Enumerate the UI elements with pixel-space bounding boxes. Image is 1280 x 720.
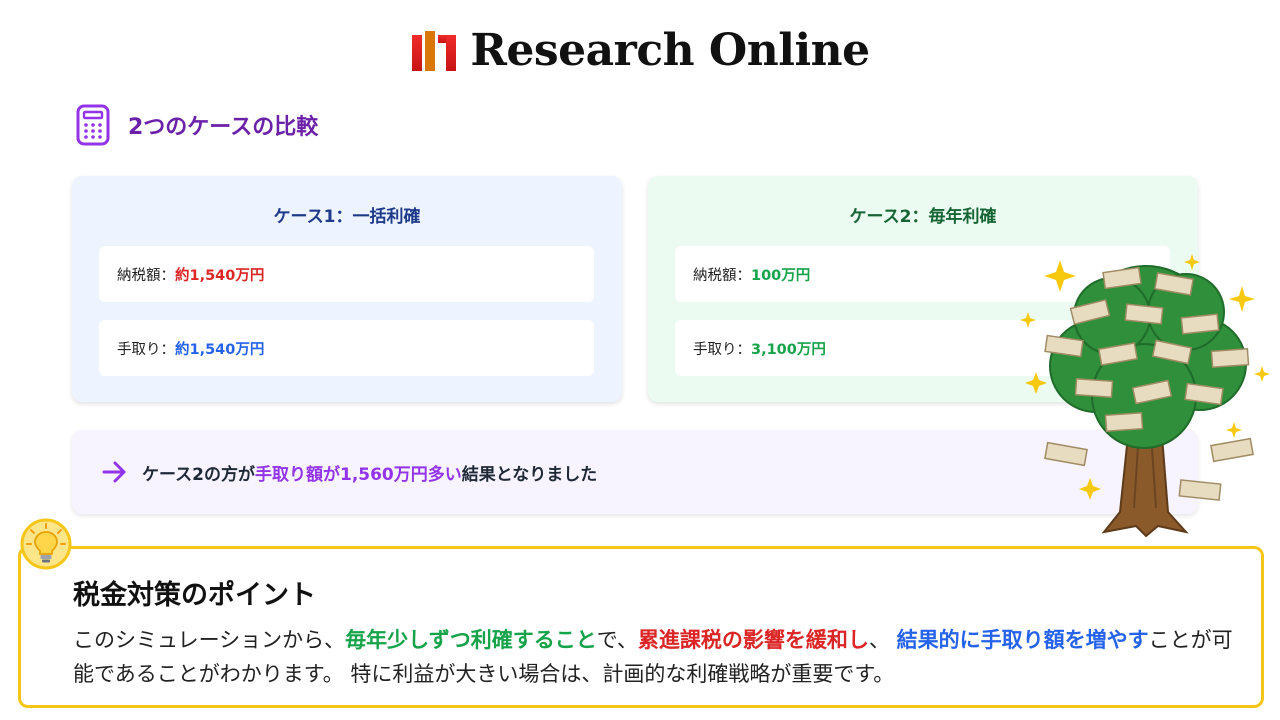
case-1-net-label: 手取り： bbox=[117, 341, 175, 358]
result-highlight: 手取り額が1,560万円多い bbox=[254, 464, 462, 485]
tax-point-highlight-2: 累進課税の影響を緩和し bbox=[637, 628, 869, 652]
case-1-net-value: 約1,540万円 bbox=[175, 341, 265, 358]
case-2-net-value: 3,100万円 bbox=[751, 341, 826, 358]
research-online-logo-mark bbox=[412, 31, 457, 71]
tax-point-box: 税金対策のポイント このシミュレーションから、毎年少しずつ利確することで、累進課… bbox=[18, 546, 1264, 708]
tax-point-text-2: で、 bbox=[596, 628, 638, 652]
calculator-icon bbox=[76, 104, 110, 146]
tax-point-highlight-1: 毎年少しずつ利確すること bbox=[345, 628, 597, 652]
case-1-card: ケース1：一括利確 納税額： 約1,540万円 手取り： 約1,540万円 bbox=[72, 176, 622, 402]
case-2-tax-label: 納税額： bbox=[693, 267, 751, 284]
arrow-right-icon bbox=[102, 461, 126, 483]
result-text: ケース2の方が手取り額が1,560万円多い結果となりました bbox=[142, 460, 597, 485]
tax-point-title: 税金対策のポイント bbox=[73, 580, 316, 611]
lightbulb-icon bbox=[20, 518, 72, 570]
case-2-net-label: 手取り： bbox=[693, 341, 751, 358]
case-1-net-row: 手取り： 約1,540万円 bbox=[99, 320, 594, 376]
case-1-tax-value: 約1,540万円 bbox=[175, 267, 265, 284]
tax-point-text: このシミュレーションから、毎年少しずつ利確することで、累進課税の影響を緩和し、 … bbox=[73, 623, 1233, 691]
comparison-heading: 2つのケースの比較 bbox=[76, 104, 318, 146]
tax-point-text-1: このシミュレーションから、 bbox=[73, 628, 346, 652]
result-part-1: ケース2の方が bbox=[142, 464, 255, 485]
case-1-tax-row: 納税額： 約1,540万円 bbox=[99, 246, 594, 302]
comparison-title: 2つのケースの比較 bbox=[128, 115, 319, 140]
brand-name: Research Online bbox=[470, 25, 870, 76]
case-2-tax-value: 100万円 bbox=[751, 267, 811, 284]
money-tree-illustration bbox=[1020, 254, 1270, 538]
case-1-tax-label: 納税額： bbox=[117, 267, 175, 284]
case-1-title: ケース1：一括利確 bbox=[273, 207, 421, 227]
tax-point-text-3: 、 bbox=[868, 628, 897, 652]
case-2-title: ケース2：毎年利確 bbox=[849, 207, 997, 227]
brand-header: Research Online bbox=[0, 26, 1280, 76]
tax-point-highlight-3: 結果的に手取り額を増やす bbox=[896, 628, 1149, 652]
result-part-2: 結果となりました bbox=[461, 464, 598, 485]
